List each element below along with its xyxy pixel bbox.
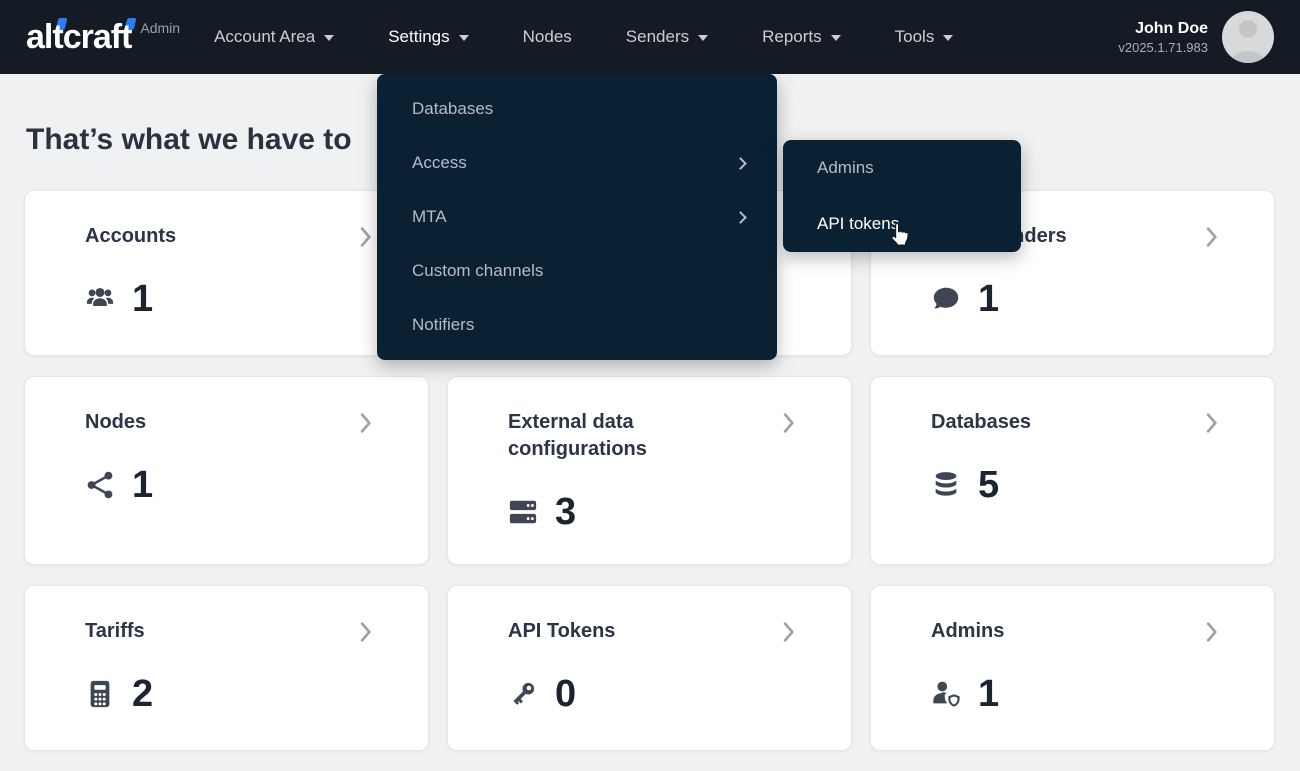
card-count: 2	[132, 674, 153, 714]
access-submenu: Admins API tokens	[783, 140, 1021, 252]
card-count: 3	[555, 492, 576, 532]
menu-item-label: Custom channels	[412, 261, 543, 281]
database-icon	[931, 470, 961, 500]
card-nodes[interactable]: Nodes 1	[24, 376, 429, 565]
altcraft-logo[interactable]: altcraft Admin	[26, 17, 180, 57]
menu-item-label: Notifiers	[412, 315, 474, 335]
submenu-item-admins[interactable]: Admins	[783, 140, 1021, 196]
card-title: Nodes	[85, 409, 146, 436]
chevron-right-icon	[734, 157, 747, 170]
card-count: 1	[132, 465, 153, 505]
settings-dropdown-menu: Databases Access MTA Custom channels Not…	[377, 74, 777, 360]
chevron-down-icon	[831, 35, 841, 41]
menu-item-databases[interactable]: Databases	[377, 82, 777, 136]
chevron-right-icon	[783, 413, 795, 433]
card-accounts[interactable]: Accounts 1	[24, 190, 429, 356]
card-count: 1	[132, 279, 153, 319]
card-tariffs[interactable]: Tariffs 2	[24, 585, 429, 751]
chevron-right-icon	[360, 622, 372, 642]
chevron-right-icon	[1206, 413, 1218, 433]
chevron-down-icon	[943, 35, 953, 41]
chevron-right-icon	[1206, 622, 1218, 642]
menu-item-notifiers[interactable]: Notifiers	[377, 298, 777, 352]
user-name: John Doe	[1118, 19, 1208, 39]
nav-nodes-label: Nodes	[523, 27, 572, 47]
admin-shield-icon	[931, 679, 961, 709]
menu-item-label: Databases	[412, 99, 493, 119]
card-count: 1	[978, 279, 999, 319]
chevron-right-icon	[734, 211, 747, 224]
menu-item-label: Admins	[817, 158, 874, 178]
users-icon	[85, 284, 115, 314]
card-api-tokens[interactable]: API Tokens 0	[447, 585, 852, 751]
card-count: 5	[978, 465, 999, 505]
submenu-item-api-tokens[interactable]: API tokens	[783, 196, 1021, 252]
card-count: 1	[978, 674, 999, 714]
nav-account-area-label: Account Area	[214, 27, 315, 47]
nav-nodes[interactable]: Nodes	[523, 27, 572, 47]
chevron-right-icon	[783, 622, 795, 642]
top-nav-bar: altcraft Admin Account Area Settings Nod…	[0, 0, 1300, 74]
nav-tools-label: Tools	[895, 27, 935, 47]
avatar[interactable]	[1222, 11, 1274, 63]
menu-item-label: Access	[412, 153, 467, 173]
nav-account-area[interactable]: Account Area	[214, 27, 334, 47]
card-count: 0	[555, 674, 576, 714]
chevron-right-icon	[1206, 227, 1218, 247]
nav-reports[interactable]: Reports	[762, 27, 841, 47]
nav-senders[interactable]: Senders	[626, 27, 708, 47]
nav-senders-label: Senders	[626, 27, 689, 47]
card-title: Accounts	[85, 223, 176, 250]
logo-wordmark: altcraft	[26, 17, 131, 57]
calculator-icon	[85, 679, 115, 709]
chevron-down-icon	[459, 35, 469, 41]
nav-tools[interactable]: Tools	[895, 27, 954, 47]
card-admins[interactable]: Admins 1	[870, 585, 1275, 751]
chevron-down-icon	[698, 35, 708, 41]
chevron-down-icon	[324, 35, 334, 41]
key-icon	[508, 679, 538, 709]
menu-item-access[interactable]: Access	[377, 136, 777, 190]
nav-reports-label: Reports	[762, 27, 822, 47]
nav-settings[interactable]: Settings	[388, 27, 468, 47]
share-icon	[85, 470, 115, 500]
logo-admin-label: Admin	[140, 20, 180, 36]
app-version: v2025.1.71.983	[1118, 39, 1208, 56]
menu-item-label: MTA	[412, 207, 447, 227]
card-title: External data configurations	[508, 409, 758, 463]
card-title: Admins	[931, 618, 1004, 645]
card-external-data-configurations[interactable]: External data configurations 3	[447, 376, 852, 565]
server-icon	[508, 497, 538, 527]
chevron-right-icon	[360, 413, 372, 433]
menu-item-custom-channels[interactable]: Custom channels	[377, 244, 777, 298]
card-title: API Tokens	[508, 618, 615, 645]
nav-settings-label: Settings	[388, 27, 449, 47]
card-title: Tariffs	[85, 618, 145, 645]
chevron-right-icon	[360, 227, 372, 247]
card-databases[interactable]: Databases 5	[870, 376, 1275, 565]
chat-bubble-icon	[931, 284, 961, 314]
user-info[interactable]: John Doe v2025.1.71.983	[1118, 11, 1274, 63]
main-nav: Account Area Settings Nodes Senders Repo…	[214, 27, 953, 47]
menu-item-mta[interactable]: MTA	[377, 190, 777, 244]
card-title: Databases	[931, 409, 1031, 436]
menu-item-label: API tokens	[817, 214, 899, 234]
